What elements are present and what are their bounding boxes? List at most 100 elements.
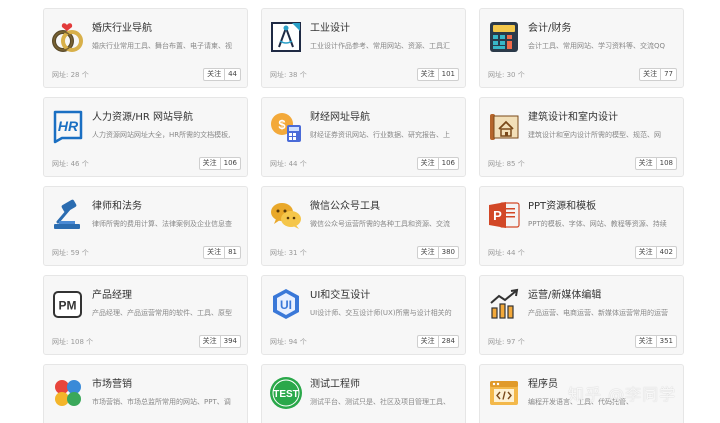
wedding-rings-icon xyxy=(50,19,86,55)
nav-card[interactable]: 会计/财务 会计工具、常用网站、学习资料等、交流QQ 网址: 30 个 关注 77 xyxy=(479,8,684,88)
follow-label: 关注 xyxy=(204,69,226,80)
growth-chart-icon xyxy=(486,286,522,322)
card-link-count: 网址: 46 个 xyxy=(52,160,89,168)
nav-card[interactable]: 婚庆行业导航 婚庆行业常用工具、舞台布置、电子请柬、视 网址: 28 个 关注 4… xyxy=(43,8,248,88)
follow-count: 402 xyxy=(659,248,673,256)
card-description: 测试平台、测试只是、社区及项目管理工具、 xyxy=(310,398,450,406)
calculator-icon xyxy=(486,19,522,55)
card-description: 产品运营、电商运营、新媒体运营常用的运营 xyxy=(528,309,668,317)
svg-text:UI: UI xyxy=(280,298,292,312)
nav-card[interactable]: 工业设计 工业设计作品参考、常用网站、资源、工具汇 网址: 38 个 关注 101 xyxy=(261,8,466,88)
card-title[interactable]: 财经网址导航 xyxy=(310,108,462,123)
follow-label: 关注 xyxy=(636,336,657,347)
card-link-count: 网址: 59 个 xyxy=(52,249,89,257)
follow-label: 关注 xyxy=(636,247,657,258)
svg-text:PM: PM xyxy=(59,299,77,313)
card-description: 建筑设计和室内设计所需的模型、规范、网 xyxy=(528,131,661,139)
follow-count: 284 xyxy=(441,337,455,345)
card-link-count: 网址: 97 个 xyxy=(488,338,525,346)
follow-label: 关注 xyxy=(200,336,221,347)
nav-card[interactable]: PM 产品经理 产品经理、产品运营常用的软件、工具、原型 网址: 108 个 关… xyxy=(43,275,248,355)
follow-label: 关注 xyxy=(418,69,439,80)
compass-drawing-icon xyxy=(268,19,304,55)
card-link-count: 网址: 44 个 xyxy=(270,160,307,168)
test-badge-icon: TEST xyxy=(268,375,304,411)
nav-card[interactable]: $ 财经网址导航 财经证券资讯网站、行业数据、研究报告、上 网址: 44 个 关… xyxy=(261,97,466,177)
card-title[interactable]: 律师和法务 xyxy=(92,197,244,212)
card-link-count: 网址: 30 个 xyxy=(488,71,525,79)
follow-label: 关注 xyxy=(636,158,657,169)
follow-count: 108 xyxy=(659,159,673,167)
follow-count: 44 xyxy=(228,70,237,78)
card-description: 人力资源网站网址大全，HR所需的文档模板, xyxy=(92,131,231,139)
card-link-count: 网址: 31 个 xyxy=(270,249,307,257)
card-title[interactable]: 人力资源/HR 网站导航 xyxy=(92,108,244,123)
card-title[interactable]: PPT资源和模板 xyxy=(528,197,680,212)
watermark: 知乎 @李同学 xyxy=(568,385,677,404)
card-description: 市场营销、市场总监所常用的网站、PPT、调 xyxy=(92,398,231,406)
card-title[interactable]: 婚庆行业导航 xyxy=(92,19,244,34)
card-description: 会计工具、常用网站、学习资料等、交流QQ xyxy=(528,42,666,50)
card-title[interactable]: 建筑设计和室内设计 xyxy=(528,108,680,123)
follow-label: 关注 xyxy=(200,158,221,169)
card-title[interactable]: 运营/新媒体编辑 xyxy=(528,286,680,301)
card-link-count: 网址: 85 个 xyxy=(488,160,525,168)
follow-label: 关注 xyxy=(640,69,662,80)
follow-count: 77 xyxy=(664,70,673,78)
card-description: 婚庆行业常用工具、舞台布置、电子请柬、视 xyxy=(92,42,232,50)
follow-button[interactable]: 关注 380 xyxy=(416,246,459,259)
follow-button[interactable]: 关注 44 xyxy=(203,68,241,81)
svg-text:TEST: TEST xyxy=(273,389,299,400)
follow-count: 394 xyxy=(223,337,237,345)
follow-button[interactable]: 关注 402 xyxy=(634,246,677,259)
follow-button[interactable]: 关注 351 xyxy=(634,335,677,348)
follow-button[interactable]: 关注 108 xyxy=(634,157,677,170)
nav-card[interactable]: P PPT资源和模板 PPT的模板、字体、网站、教程等资源、持续 网址: 44 … xyxy=(479,186,684,266)
card-title[interactable]: 微信公众号工具 xyxy=(310,197,462,212)
follow-button[interactable]: 关注 106 xyxy=(198,157,241,170)
follow-count: 351 xyxy=(659,337,673,345)
card-description: PPT的模板、字体、网站、教程等资源、持续 xyxy=(528,220,667,228)
card-link-count: 网址: 94 个 xyxy=(270,338,307,346)
card-description: UI设计师、交互设计师(UX)所需与设计相关的 xyxy=(310,309,452,317)
petals-icon xyxy=(50,375,86,411)
card-title[interactable]: 市场营销 xyxy=(92,375,244,390)
hr-icon: HR xyxy=(50,108,86,144)
follow-button[interactable]: 关注 394 xyxy=(198,335,241,348)
card-description: 产品经理、产品运营常用的软件、工具、原型 xyxy=(92,309,232,317)
follow-count: 81 xyxy=(228,248,237,256)
wechat-icon xyxy=(268,197,304,233)
card-title[interactable]: 测试工程师 xyxy=(310,375,462,390)
nav-card[interactable]: 律师和法务 律师所需的费用计算、法律案例及企业信息查 网址: 59 个 关注 81 xyxy=(43,186,248,266)
follow-button[interactable]: 关注 77 xyxy=(639,68,677,81)
card-description: 财经证券资讯网站、行业数据、研究报告、上 xyxy=(310,131,450,139)
follow-button[interactable]: 关注 101 xyxy=(416,68,459,81)
ui-shield-icon: UI xyxy=(268,286,304,322)
follow-count: 106 xyxy=(223,159,237,167)
nav-card[interactable]: 建筑设计和室内设计 建筑设计和室内设计所需的模型、规范、网 网址: 85 个 关… xyxy=(479,97,684,177)
follow-button[interactable]: 关注 106 xyxy=(416,157,459,170)
card-description: 工业设计作品参考、常用网站、资源、工具汇 xyxy=(310,42,450,50)
card-description: 微信公众号运营所需的各种工具和资源、交流 xyxy=(310,220,450,228)
nav-card[interactable]: 市场营销 市场营销、市场总监所常用的网站、PPT、调 xyxy=(43,364,248,423)
nav-card[interactable]: UI UI和交互设计 UI设计师、交互设计师(UX)所需与设计相关的 网址: 9… xyxy=(261,275,466,355)
svg-text:$: $ xyxy=(278,117,286,132)
card-title[interactable]: 会计/财务 xyxy=(528,19,680,34)
nav-card[interactable]: 微信公众号工具 微信公众号运营所需的各种工具和资源、交流 网址: 31 个 关注… xyxy=(261,186,466,266)
nav-card-grid: 婚庆行业导航 婚庆行业常用工具、舞台布置、电子请柬、视 网址: 28 个 关注 4… xyxy=(0,0,720,423)
nav-card[interactable]: HR 人力资源/HR 网站导航 人力资源网站网址大全，HR所需的文档模板, 网址… xyxy=(43,97,248,177)
follow-label: 关注 xyxy=(418,247,439,258)
svg-text:P: P xyxy=(493,208,502,223)
nav-card[interactable]: 运营/新媒体编辑 产品运营、电商运营、新媒体运营常用的运营 网址: 97 个 关… xyxy=(479,275,684,355)
card-title[interactable]: 产品经理 xyxy=(92,286,244,301)
follow-button[interactable]: 关注 81 xyxy=(203,246,241,259)
pm-icon: PM xyxy=(50,286,86,322)
follow-count: 380 xyxy=(441,248,455,256)
svg-text:HR: HR xyxy=(58,118,79,134)
card-description: 律师所需的费用计算、法律案例及企业信息查 xyxy=(92,220,232,228)
card-title[interactable]: 工业设计 xyxy=(310,19,462,34)
nav-card[interactable]: TEST 测试工程师 测试平台、测试只是、社区及项目管理工具、 xyxy=(261,364,466,423)
gavel-icon xyxy=(50,197,86,233)
card-title[interactable]: UI和交互设计 xyxy=(310,286,462,301)
follow-button[interactable]: 关注 284 xyxy=(416,335,459,348)
